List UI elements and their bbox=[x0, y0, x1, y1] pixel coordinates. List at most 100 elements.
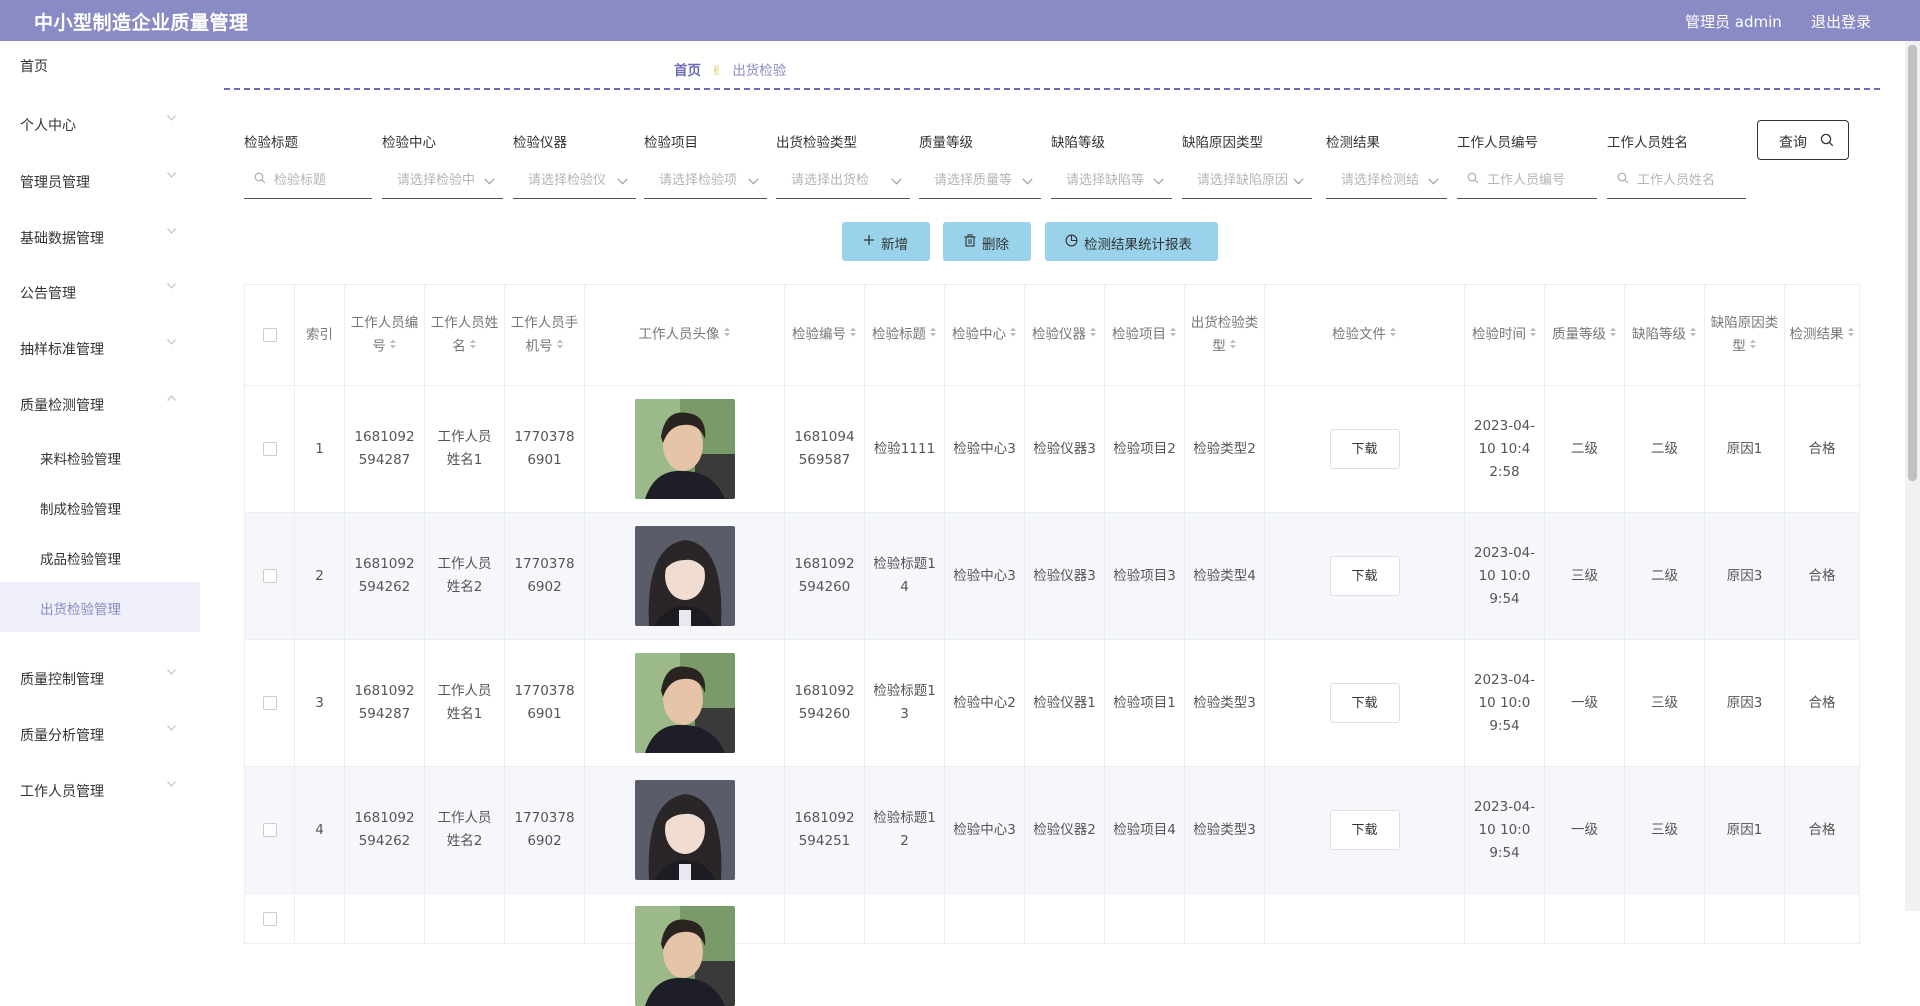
sidebar-item-admin-mgmt[interactable]: 管理员管理 bbox=[0, 157, 200, 207]
column-header[interactable]: 检验标题 bbox=[865, 284, 945, 386]
filter-select[interactable]: 请选择缺陷等 bbox=[1051, 167, 1172, 199]
filter-select[interactable]: 请选择出货检 bbox=[776, 167, 910, 199]
trash-icon bbox=[964, 234, 976, 251]
sort-icon[interactable] bbox=[1847, 323, 1855, 346]
column-header[interactable]: 质量等级 bbox=[1545, 284, 1625, 386]
table-cell: 下载 bbox=[1265, 513, 1465, 640]
table-cell: 检验中心3 bbox=[945, 767, 1025, 894]
column-header[interactable]: 工作人员手机号 bbox=[505, 284, 585, 386]
download-button[interactable]: 下载 bbox=[1329, 556, 1400, 596]
sort-icon[interactable] bbox=[1749, 335, 1757, 358]
column-header[interactable]: 检验时间 bbox=[1465, 284, 1545, 386]
sidebar-item-quality-analysis-mgmt[interactable]: 质量分析管理 bbox=[0, 710, 200, 760]
column-header[interactable]: 工作人员头像 bbox=[585, 284, 785, 386]
sidebar-item-label: 公告管理 bbox=[20, 286, 76, 302]
sort-icon[interactable] bbox=[1169, 323, 1177, 346]
sort-icon[interactable] bbox=[469, 335, 477, 358]
filter-search-input[interactable]: 工作人员编号 bbox=[1457, 167, 1597, 199]
column-header[interactable]: 缺陷等级 bbox=[1625, 284, 1705, 386]
query-button[interactable]: 查询 bbox=[1757, 120, 1849, 160]
table-cell: 1681092594287 bbox=[345, 640, 425, 767]
page-scrollbar[interactable] bbox=[1905, 41, 1920, 911]
filter-label: 检验仪器 bbox=[513, 135, 567, 151]
row-checkbox[interactable] bbox=[262, 911, 277, 926]
delete-button[interactable]: 删除 bbox=[943, 222, 1031, 261]
add-button[interactable]: 新增 bbox=[842, 222, 930, 261]
cell-reason: 原因3 bbox=[1726, 694, 1763, 711]
table-cell: 1681094569587 bbox=[785, 386, 865, 513]
sidebar-subitem-process-inspection[interactable]: 制成检验管理 bbox=[0, 482, 200, 532]
sort-icon[interactable] bbox=[1609, 323, 1617, 346]
sidebar-subitem-finished-inspection[interactable]: 成品检验管理 bbox=[0, 532, 200, 582]
row-checkbox[interactable] bbox=[262, 569, 277, 583]
column-header[interactable]: 缺陷原因类型 bbox=[1705, 284, 1785, 386]
admin-label: 管理员 admin bbox=[1685, 13, 1782, 31]
filter-select[interactable]: 请选择缺陷原因 bbox=[1182, 167, 1312, 199]
sort-icon[interactable] bbox=[1529, 323, 1537, 346]
sort-icon[interactable] bbox=[849, 323, 857, 346]
column-header[interactable]: 检验编号 bbox=[785, 284, 865, 386]
select-all-checkbox[interactable] bbox=[262, 328, 277, 342]
sidebar-item-staff-mgmt[interactable]: 工作人员管理 bbox=[0, 766, 200, 816]
column-header[interactable]: 工作人员编号 bbox=[345, 284, 425, 386]
column-header[interactable]: 检验中心 bbox=[945, 284, 1025, 386]
filter-search-input[interactable]: 检验标题 bbox=[244, 167, 372, 199]
filter-select[interactable]: 请选择检测结 bbox=[1326, 167, 1447, 199]
filter-select[interactable]: 请选择检验中 bbox=[382, 167, 503, 199]
filter-select[interactable]: 请选择检验仪 bbox=[513, 167, 636, 199]
cell-time: 2023-04-10 10:09:54 bbox=[1473, 544, 1536, 607]
sort-icon[interactable] bbox=[1689, 323, 1697, 346]
download-button[interactable]: 下载 bbox=[1329, 429, 1400, 469]
sidebar-item-quality-control-mgmt[interactable]: 质量控制管理 bbox=[0, 654, 200, 704]
report-button[interactable]: 检测结果统计报表 bbox=[1045, 222, 1218, 261]
sidebar-item-base-data-mgmt[interactable]: 基础数据管理 bbox=[0, 213, 200, 263]
column-header[interactable]: 出货检验类型 bbox=[1185, 284, 1265, 386]
sort-icon[interactable] bbox=[723, 323, 731, 346]
scrollbar-thumb[interactable] bbox=[1908, 45, 1917, 481]
logout-link[interactable]: 退出登录 bbox=[1811, 11, 1871, 32]
sidebar-item-sampling-std-mgmt[interactable]: 抽样标准管理 bbox=[0, 324, 200, 374]
breadcrumb-home[interactable]: 首页 bbox=[674, 63, 701, 79]
column-header[interactable]: 检验仪器 bbox=[1025, 284, 1105, 386]
table-cell: 检验项目1 bbox=[1105, 640, 1185, 767]
column-header[interactable]: 检验项目 bbox=[1105, 284, 1185, 386]
table-cell: 检验类型4 bbox=[1185, 513, 1265, 640]
sort-icon[interactable] bbox=[389, 335, 397, 358]
filter-placeholder: 请选择出货检 bbox=[791, 173, 870, 188]
table-cell: 工作人员姓名2 bbox=[425, 513, 505, 640]
sidebar-subitem-incoming-inspection[interactable]: 来料检验管理 bbox=[0, 432, 200, 482]
column-header-label: 缺陷原因类型 bbox=[1710, 314, 1779, 355]
filter-select[interactable]: 请选择检验项 bbox=[644, 167, 767, 199]
download-button[interactable]: 下载 bbox=[1329, 810, 1400, 850]
row-checkbox[interactable] bbox=[262, 823, 277, 837]
sidebar-item-notice-mgmt[interactable]: 公告管理 bbox=[0, 268, 200, 318]
sort-icon[interactable] bbox=[929, 323, 937, 346]
filter-select[interactable]: 请选择质量等 bbox=[919, 167, 1041, 199]
table-cell: 检验类型3 bbox=[1185, 640, 1265, 767]
column-header[interactable]: 检测结果 bbox=[1785, 284, 1860, 386]
filter-search-input[interactable]: 工作人员姓名 bbox=[1607, 167, 1746, 199]
sort-icon[interactable] bbox=[1389, 323, 1397, 346]
cell-item: 检验项目2 bbox=[1113, 440, 1176, 457]
column-header[interactable]: 工作人员姓名 bbox=[425, 284, 505, 386]
sort-icon[interactable] bbox=[1009, 323, 1017, 346]
sidebar-item-home[interactable]: 首页 bbox=[0, 41, 200, 91]
column-header-label: 工作人员手机号 bbox=[510, 314, 579, 355]
sort-icon[interactable] bbox=[556, 335, 564, 358]
download-button[interactable]: 下载 bbox=[1329, 683, 1400, 723]
cell-phone: 17703786901 bbox=[514, 429, 575, 468]
cell-center: 检验中心2 bbox=[953, 694, 1016, 711]
row-checkbox[interactable] bbox=[262, 442, 277, 456]
cell-index: 4 bbox=[315, 821, 324, 838]
cell-item: 检验项目4 bbox=[1113, 821, 1176, 838]
table-cell bbox=[1265, 894, 1465, 944]
sort-icon[interactable] bbox=[1089, 323, 1097, 346]
cell-ship-type: 检验类型3 bbox=[1193, 821, 1256, 838]
sidebar-item-quality-inspection-mgmt[interactable]: 质量检测管理 bbox=[0, 380, 200, 430]
row-checkbox[interactable] bbox=[262, 696, 277, 710]
divider bbox=[224, 88, 1880, 90]
sidebar-subitem-outgoing-inspection[interactable]: 出货检验管理 bbox=[0, 582, 200, 632]
sort-icon[interactable] bbox=[1229, 335, 1237, 358]
sidebar-item-personal-center[interactable]: 个人中心 bbox=[0, 100, 200, 150]
column-header[interactable]: 检验文件 bbox=[1265, 284, 1465, 386]
